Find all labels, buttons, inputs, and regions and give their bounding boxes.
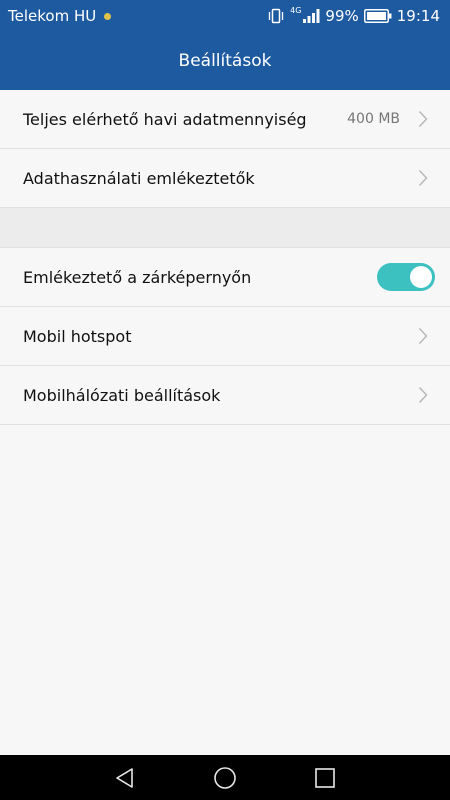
setting-mobile-network[interactable]: Mobilhálózati beállítások bbox=[0, 366, 450, 425]
settings-list: Teljes elérhető havi adatmennyiség 400 M… bbox=[0, 90, 450, 425]
signal-icon bbox=[302, 8, 320, 24]
section-divider bbox=[0, 208, 450, 248]
setting-mobile-hotspot[interactable]: Mobil hotspot bbox=[0, 307, 450, 366]
setting-label: Mobil hotspot bbox=[23, 326, 132, 346]
chevron-right-icon bbox=[418, 169, 428, 187]
notification-dot-icon bbox=[104, 12, 112, 20]
setting-lockscreen-reminder[interactable]: Emlékeztető a zárképernyőn bbox=[0, 248, 450, 307]
chevron-right-icon bbox=[418, 110, 428, 128]
lockscreen-reminder-toggle[interactable] bbox=[377, 263, 435, 291]
setting-data-usage-reminders[interactable]: Adathasználati emlékeztetők bbox=[0, 149, 450, 208]
navigation-bar bbox=[0, 755, 450, 800]
page-title: Beállítások bbox=[178, 51, 272, 71]
setting-label: Teljes elérhető havi adatmennyiség bbox=[23, 109, 307, 129]
back-icon[interactable] bbox=[110, 763, 140, 793]
setting-label: Mobilhálózati beállítások bbox=[23, 385, 221, 405]
carrier-name: Telekom HU bbox=[8, 7, 97, 25]
status-bar: Telekom HU 4G 99% 19:14 bbox=[0, 0, 450, 32]
home-icon[interactable] bbox=[210, 763, 240, 793]
battery-icon bbox=[363, 9, 392, 23]
toggle-knob bbox=[410, 266, 432, 288]
setting-label: Emlékeztető a zárképernyőn bbox=[23, 267, 252, 287]
chevron-right-icon bbox=[418, 327, 428, 345]
recents-icon[interactable] bbox=[310, 763, 340, 793]
vibrate-icon bbox=[267, 8, 285, 24]
network-type: 4G bbox=[290, 5, 302, 15]
battery-percent: 99% bbox=[325, 7, 359, 25]
setting-monthly-data-limit[interactable]: Teljes elérhető havi adatmennyiség 400 M… bbox=[0, 90, 450, 149]
setting-value: 400 MB bbox=[347, 111, 400, 127]
title-bar: Beállítások bbox=[0, 32, 450, 90]
setting-label: Adathasználati emlékeztetők bbox=[23, 168, 255, 188]
clock: 19:14 bbox=[396, 7, 440, 25]
chevron-right-icon bbox=[418, 386, 428, 404]
